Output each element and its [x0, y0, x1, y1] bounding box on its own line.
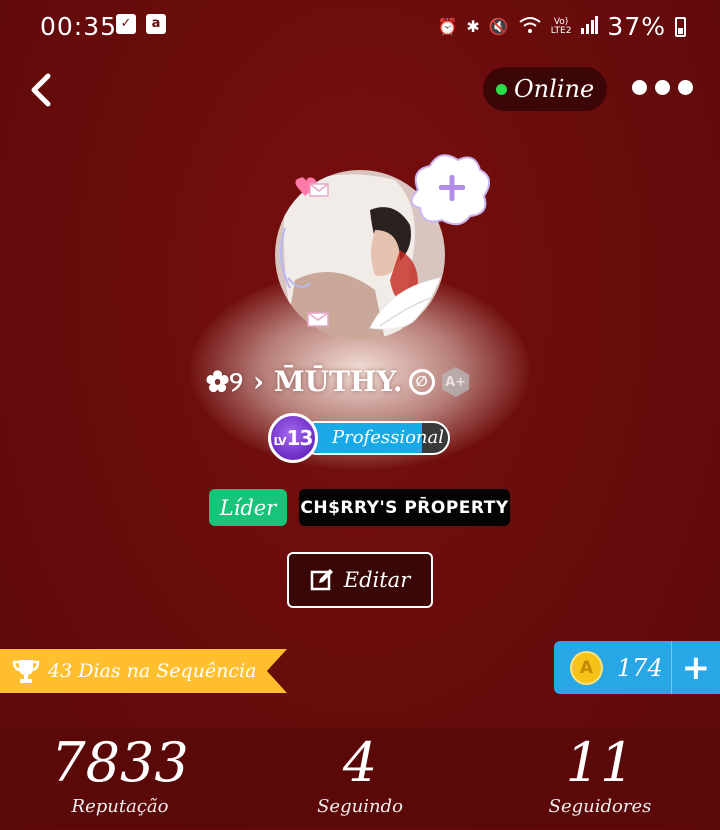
stat-followers[interactable]: 11 Seguidores [510, 728, 690, 817]
profile-stats: 7833 Reputação 4 Seguindo 11 Seguidores [0, 728, 720, 828]
online-status[interactable]: Online [483, 67, 607, 111]
trophy-icon [12, 660, 40, 683]
bluetooth-icon: ✱ [466, 17, 480, 36]
dot-icon [678, 80, 693, 95]
online-label: Online [514, 75, 595, 103]
battery-percent: 37% [607, 12, 666, 41]
add-coins-button[interactable]: + [672, 641, 720, 694]
edit-icon [310, 569, 333, 591]
stat-label: Seguindo [317, 796, 403, 817]
leader-badge: Líder [209, 489, 287, 526]
online-dot-icon [496, 83, 507, 95]
custom-title-badge: CH$RRY'S PR̄OPERTY [299, 489, 510, 526]
stat-following[interactable]: 4 Seguindo [270, 728, 450, 817]
streak-label: 43 Dias na Sequência [48, 660, 257, 682]
battery-icon [675, 16, 686, 37]
wifi-icon [518, 16, 542, 38]
stat-value: 7833 [51, 731, 189, 794]
status-time: 00:35 [40, 12, 118, 41]
ring-symbol-icon: ∅ [408, 369, 435, 395]
username: ✿୨ › M̄ŪTHY. [206, 365, 403, 398]
network-type: Vo) LTE2 [550, 16, 572, 36]
edit-profile-button[interactable]: Editar [287, 552, 433, 608]
stat-value: 4 [342, 731, 378, 794]
amino-plus-badge[interactable]: A+ [442, 367, 470, 397]
stat-label: Seguidores [548, 796, 652, 817]
amino-coin-icon: A [570, 650, 603, 685]
level-progress-bar[interactable]: Professional [300, 421, 450, 455]
stat-value: 11 [565, 731, 635, 794]
mute-icon: 🔇 [488, 17, 509, 36]
app-notification-icon: a [146, 14, 166, 34]
username-row: ✿୨ › M̄ŪTHY. ∅ A+ [206, 360, 526, 404]
coins-wallet[interactable]: A 174 + [554, 641, 720, 694]
avatar-frame-decoration [270, 148, 491, 348]
level-number: 13 [286, 426, 314, 450]
alarm-icon: ⏰ [437, 17, 458, 36]
edit-label: Editar [343, 568, 411, 592]
level-prefix: LV [273, 435, 287, 448]
coins-value: 174 [616, 653, 663, 682]
chevron-left-icon [31, 73, 51, 107]
add-avatar-frame-icon [410, 154, 491, 226]
level-badge[interactable]: LV13 [268, 413, 318, 463]
status-bar: 00:35 ✓ a ⏰ ✱ 🔇 Vo) LTE2 37% [0, 0, 720, 52]
streak-banner[interactable]: 43 Dias na Sequência [0, 649, 287, 693]
level-title: Professional [332, 427, 445, 448]
stat-reputation[interactable]: 7833 Reputação [30, 728, 210, 817]
stat-label: Reputação [71, 796, 169, 817]
signal-icon [580, 15, 599, 38]
checkbox-notification-icon: ✓ [116, 14, 136, 34]
more-options-button[interactable] [632, 80, 693, 95]
dot-icon [632, 80, 647, 95]
dot-icon [655, 80, 670, 95]
back-button[interactable] [24, 70, 60, 110]
